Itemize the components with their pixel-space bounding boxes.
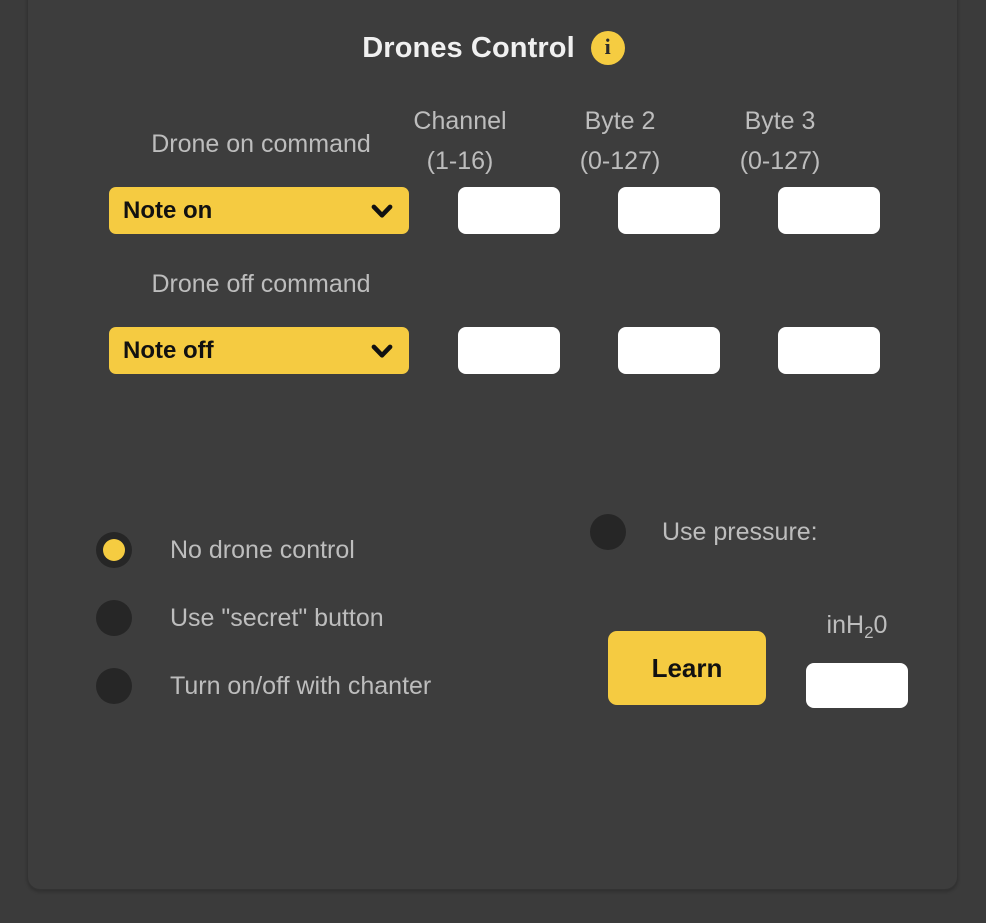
pressure-unit-prefix: inH bbox=[826, 611, 865, 639]
drone-on-command-value: Note on bbox=[123, 196, 213, 224]
drone-off-byte3-input[interactable] bbox=[778, 327, 880, 374]
use-pressure-option[interactable]: Use pressure: bbox=[590, 514, 818, 550]
drone-off-command-label: Drone off command bbox=[151, 270, 371, 298]
column-header-byte3-range: (0-127) bbox=[739, 147, 821, 175]
column-header-byte2-name: Byte 2 bbox=[584, 107, 656, 135]
use-pressure-label: Use pressure: bbox=[662, 517, 818, 546]
radio-option-chanter[interactable]: Turn on/off with chanter bbox=[96, 663, 431, 709]
pressure-value-input[interactable] bbox=[806, 663, 908, 708]
pressure-unit-label: inH20 bbox=[777, 611, 937, 642]
drone-on-byte2-input[interactable] bbox=[618, 187, 720, 234]
command-grid: Channel (1-16) Byte 2 (0-127) Byte 3 (0-… bbox=[28, 0, 959, 891]
pressure-unit-subscript: 2 bbox=[864, 623, 874, 642]
pressure-unit-suffix: 0 bbox=[873, 611, 888, 639]
column-header-byte3-name: Byte 3 bbox=[744, 107, 816, 135]
radio-option-chanter-label: Turn on/off with chanter bbox=[170, 671, 432, 700]
radio-option-no-drone-control-label: No drone control bbox=[170, 535, 355, 564]
drone-off-channel-input[interactable] bbox=[458, 327, 560, 374]
column-header-byte3: Byte 3 (0-127) bbox=[690, 101, 870, 181]
column-header-byte2: Byte 2 (0-127) bbox=[530, 101, 710, 181]
drone-off-byte2-input[interactable] bbox=[618, 327, 720, 374]
drone-off-command-dropdown[interactable]: Note off bbox=[109, 327, 409, 374]
drone-on-command-dropdown[interactable]: Note on bbox=[109, 187, 409, 234]
radio-button-icon[interactable] bbox=[590, 514, 626, 550]
app-screen: Drones Control i Channel (1-16) Byte 2 (… bbox=[0, 0, 986, 923]
radio-option-secret-button-label: Use "secret" button bbox=[170, 603, 384, 632]
chevron-down-icon bbox=[371, 204, 393, 218]
column-header-byte2-range: (0-127) bbox=[579, 147, 661, 175]
drone-mode-radio-group: No drone control Use "secret" button Tur… bbox=[96, 527, 431, 731]
radio-option-secret-button[interactable]: Use "secret" button bbox=[96, 595, 431, 641]
drone-on-channel-input[interactable] bbox=[458, 187, 560, 234]
drone-on-command-label: Drone on command bbox=[151, 130, 371, 158]
learn-button[interactable]: Learn bbox=[608, 631, 766, 705]
chevron-down-icon bbox=[371, 344, 393, 358]
drone-off-command-value: Note off bbox=[123, 336, 214, 364]
drones-control-panel: Drones Control i Channel (1-16) Byte 2 (… bbox=[27, 0, 958, 890]
radio-button-icon[interactable] bbox=[96, 600, 132, 636]
radio-option-no-drone-control[interactable]: No drone control bbox=[96, 527, 431, 573]
radio-button-icon[interactable] bbox=[96, 668, 132, 704]
radio-button-selected-icon[interactable] bbox=[96, 532, 132, 568]
drone-on-byte3-input[interactable] bbox=[778, 187, 880, 234]
column-header-channel-name: Channel bbox=[413, 107, 507, 135]
